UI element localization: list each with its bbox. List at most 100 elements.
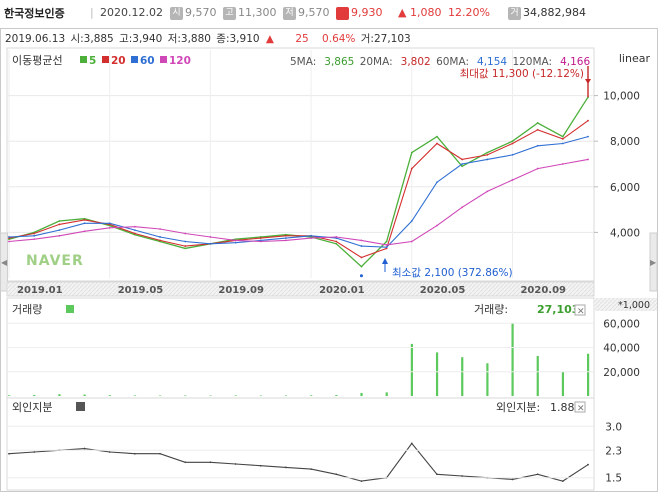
x-tick-label: 2020.09	[520, 285, 566, 296]
volume-legend-swatch[interactable]	[66, 305, 74, 313]
price-change: ▲ 1,080	[398, 6, 442, 19]
ma-point-60	[587, 135, 589, 138]
naver-watermark: NAVER	[26, 253, 84, 269]
ma-point-120	[209, 236, 212, 238]
ma-point-20	[33, 232, 36, 235]
ma-point-60	[310, 234, 312, 237]
ma-point-5	[436, 135, 438, 138]
stock-name[interactable]: 한국정보인증	[4, 5, 65, 21]
ma-point-5	[184, 247, 187, 250]
foreign-title: 외인지분	[12, 401, 52, 414]
volume-bar	[385, 392, 388, 396]
ma-legend-label-5: 5	[89, 55, 96, 67]
price-plot-area	[6, 47, 595, 282]
info-change-pct: 0.64%	[322, 33, 355, 45]
volume-tick-label: 40,000	[603, 343, 640, 355]
foreign-point	[461, 475, 464, 477]
x-tick-label: 2019.01	[17, 285, 63, 296]
ma-legend-swatch-60[interactable]	[131, 56, 138, 63]
foreign-point	[410, 442, 413, 445]
foreign-legend-swatch[interactable]	[76, 402, 85, 411]
stock-summary-bar: 한국정보인증 | 2020.12.02 시 9,570 고 11,300 저 9,57…	[0, 0, 658, 29]
ma120-label: 120MA:	[512, 56, 552, 68]
info-line: 2019.06.13 시:3,885 고:3,940 저:3,880 종:3,9…	[5, 33, 411, 45]
volume-bar	[511, 323, 514, 396]
ma-point-60	[536, 144, 539, 147]
volume-value: 27,103	[537, 303, 579, 316]
volume-title: 거래량	[12, 303, 42, 316]
ma-point-120	[561, 163, 564, 165]
foreign-point	[310, 468, 312, 471]
info-close-label: 종:	[216, 33, 229, 45]
stock-chart[interactable]: 2019.06.13 시:3,885 고:3,940 저:3,880 종:3,9…	[0, 28, 658, 492]
max-annotation: 최대값 11,300 (-12.12%)	[460, 68, 584, 80]
volume-bar	[8, 395, 11, 396]
ma5-label: 5MA:	[290, 56, 316, 68]
info-date: 2019.06.13	[5, 33, 65, 45]
ma-point-60	[385, 246, 388, 249]
ma-legend-swatch-5[interactable]	[80, 56, 87, 63]
ma-point-20	[83, 218, 86, 221]
volume-unit: *1,000	[618, 300, 650, 311]
ma-point-60	[184, 240, 187, 243]
ma-point-120	[159, 228, 161, 230]
ma-point-60	[285, 237, 287, 240]
open-price: 시 9,570	[170, 6, 217, 20]
ma-point-20	[436, 142, 438, 145]
info-high: 3,940	[132, 33, 162, 45]
volume-bar	[284, 395, 288, 396]
ma-legend-swatch-20[interactable]	[102, 56, 109, 63]
info-up-arrow-icon: ▲	[266, 33, 275, 45]
volume-bar	[33, 394, 36, 396]
ma-point-5	[335, 242, 338, 245]
foreign-tick-label: 3.0	[605, 421, 622, 433]
price-tick-label: 4,000	[610, 227, 640, 239]
ma-point-20	[410, 167, 413, 170]
ma-point-60	[234, 241, 237, 244]
volume-bar	[310, 395, 313, 396]
ma-legend-swatch-120[interactable]	[160, 56, 167, 63]
volume-bar	[435, 352, 439, 396]
x-tick-label: 2020.01	[319, 285, 365, 296]
ma-point-120	[536, 167, 539, 170]
foreign-point	[133, 452, 136, 455]
volume-bar	[335, 395, 338, 396]
ma-point-5	[385, 240, 388, 243]
ma-point-60	[209, 242, 212, 245]
foreign-point	[561, 480, 564, 483]
ma-point-60	[159, 236, 161, 238]
volume-bar	[259, 395, 262, 397]
ma-point-60	[511, 153, 514, 156]
ma-point-60	[133, 229, 136, 232]
open-icon: 시	[170, 7, 183, 20]
ma-point-120	[58, 234, 61, 237]
foreign-point	[335, 473, 338, 476]
volume-total-value: 34,882,984	[523, 6, 586, 19]
ma-point-5	[410, 151, 413, 154]
ma-point-20	[486, 153, 489, 156]
ma-point-120	[285, 239, 287, 242]
volume-tick-label: 20,000	[603, 367, 640, 379]
volume-tick-label: 60,000	[603, 318, 640, 330]
ma-point-120	[108, 226, 111, 229]
volume-bar	[234, 395, 237, 396]
volume-bar	[410, 343, 413, 396]
ma-point-60	[8, 236, 10, 238]
ma-point-5	[461, 165, 464, 168]
foreign-value-label: 외인지분:	[496, 401, 540, 414]
min-annotation: 최소값 2,100 (372.86%)	[392, 267, 513, 279]
ma-point-20	[184, 245, 187, 247]
info-volume-label: 거:	[361, 33, 374, 45]
volume-bar	[184, 395, 187, 396]
ma-legend-label-120: 120	[169, 55, 191, 67]
scale-mode-label[interactable]: linear	[619, 52, 651, 65]
info-high-label: 고:	[119, 33, 132, 45]
foreign-tick-label: 1.5	[605, 473, 622, 485]
foreign-point	[234, 463, 237, 465]
ma-point-120	[461, 206, 464, 209]
info-change: 25	[295, 33, 308, 45]
ma-legend-title: 이동평균선	[12, 54, 63, 67]
ma-point-20	[587, 119, 589, 122]
ma-point-120	[133, 225, 136, 228]
volume-bar	[133, 395, 137, 396]
